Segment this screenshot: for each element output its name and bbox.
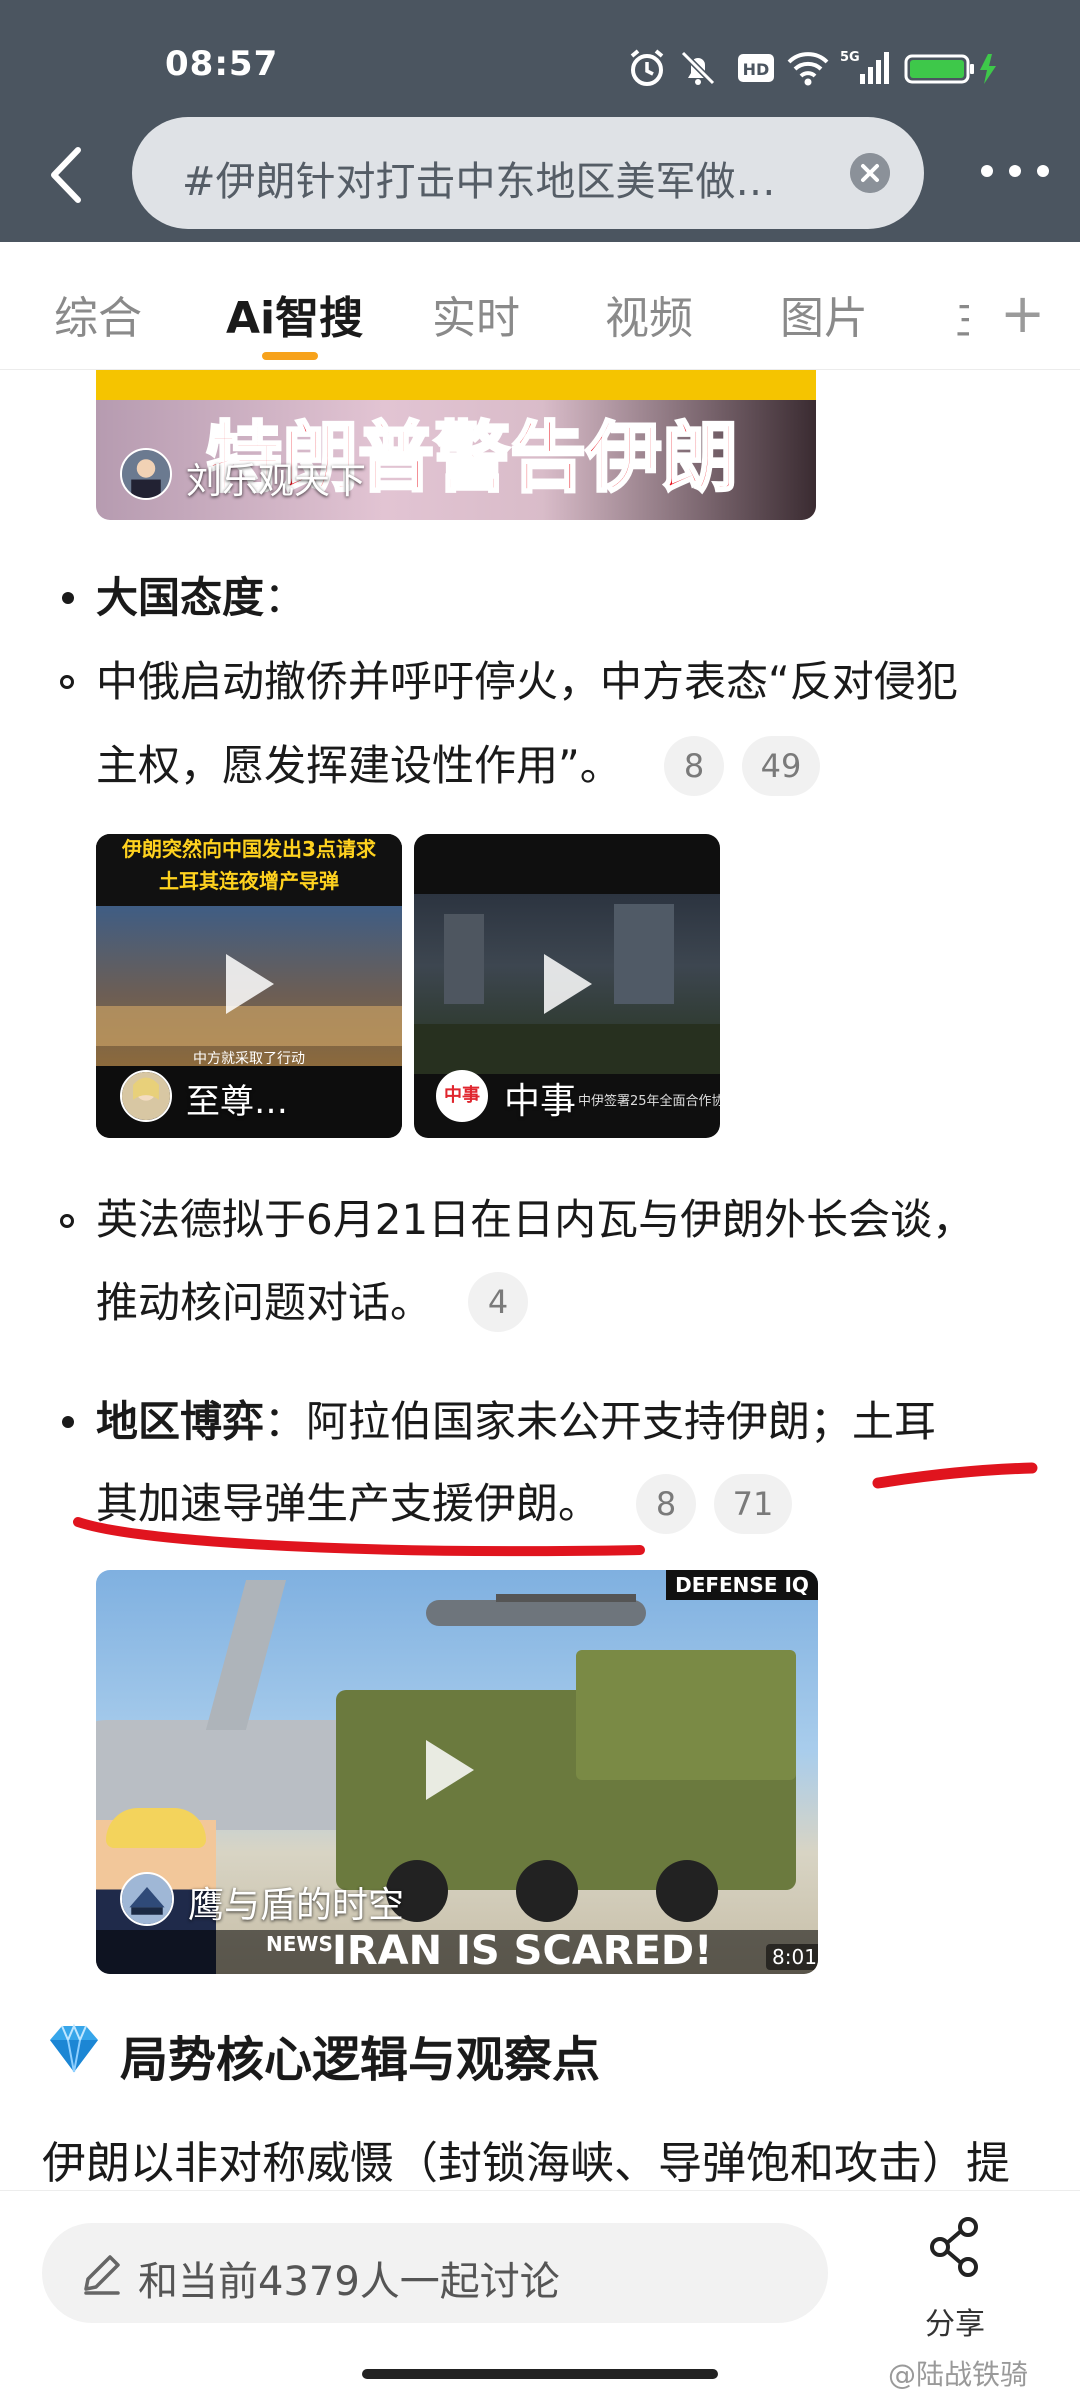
discussion-placeholder: 和当前4379人一起讨论 bbox=[138, 2259, 560, 2305]
svg-text:HD: HD bbox=[743, 60, 770, 79]
tab-bar: 综合 Ai智搜 实时 视频 图片 主 + bbox=[0, 242, 1080, 370]
watermark-text: @陆战铁骑 bbox=[888, 2358, 1029, 2391]
regional-heading: 地区博弈 bbox=[96, 1397, 265, 1446]
video-banner-text: IRAN IS SCARED! bbox=[332, 1928, 713, 1974]
author-avatar bbox=[120, 1070, 172, 1122]
pencil-icon bbox=[84, 2255, 120, 2295]
active-tab-indicator bbox=[262, 352, 318, 360]
mute-icon bbox=[680, 50, 716, 86]
author-avatar: 中事 bbox=[436, 1070, 488, 1122]
share-icon bbox=[930, 2217, 978, 2277]
video-card-1[interactable]: 特朗普警告伊朗 刘乐观天下 bbox=[96, 370, 816, 520]
red-underline-annotation bbox=[73, 1462, 1038, 1557]
tab-video[interactable]: 视频 bbox=[605, 282, 693, 346]
video-author: 刘乐观天下 bbox=[186, 461, 367, 502]
sub-bullet bbox=[60, 675, 74, 689]
europe-line1: 英法德拟于6月21日在日内瓦与伊朗外长会谈， bbox=[96, 1195, 975, 1244]
wifi-icon bbox=[787, 52, 829, 86]
back-button[interactable] bbox=[38, 140, 98, 210]
source-badge[interactable]: 4 bbox=[468, 1272, 528, 1332]
status-time: 08:57 bbox=[165, 44, 279, 84]
video-title-line2: 土耳其连夜增产导弹 bbox=[159, 869, 339, 893]
tab-images[interactable]: 图片 bbox=[780, 282, 868, 346]
china-russia-line1: 中俄启动撤侨并呼吁停火，中方表态“反对侵犯 bbox=[96, 657, 958, 706]
battery-icon bbox=[904, 54, 996, 84]
news-tag: NEWS bbox=[266, 1932, 333, 1956]
more-options-button[interactable] bbox=[975, 160, 1055, 182]
section-title: 局势核心逻辑与观察点 bbox=[120, 2032, 601, 2088]
gem-icon bbox=[50, 2023, 98, 2073]
video-title-line1: 伊朗突然向中国发出3点请求 bbox=[122, 837, 376, 861]
sub-bullet bbox=[60, 1214, 74, 1228]
europe-line2: 推动核问题对话。 bbox=[96, 1278, 433, 1327]
brand-label: DEFENSE IQ bbox=[666, 1570, 818, 1600]
search-input[interactable]: #伊朗针对打击中东地区美军做… bbox=[132, 117, 924, 229]
author-avatar bbox=[120, 448, 172, 500]
china-russia-line2: 主权，愿发挥建设性作用”。 bbox=[96, 741, 622, 790]
video-author: 鹰与盾的时空 bbox=[188, 1885, 405, 1926]
section-paragraph: 伊朗以非对称威慑（封锁海峡、导弹饱和攻击）提 bbox=[42, 2138, 1010, 2189]
powers-heading-line: 大国态度： bbox=[96, 573, 307, 622]
source-badge[interactable]: 8 bbox=[664, 736, 724, 796]
video-card-2[interactable]: 伊朗突然向中国发出3点请求 土耳其连夜增产导弹 中方就采取了行动 至尊… bbox=[96, 834, 402, 1138]
bullet-dot bbox=[62, 1416, 74, 1428]
powers-heading: 大国态度 bbox=[96, 573, 265, 622]
svg-text:5G: 5G bbox=[840, 50, 860, 65]
tab-more-partial[interactable]: 主 bbox=[955, 282, 969, 346]
video-card-3[interactable]: 中事 中事 中伊签署25年全面合作协议 bbox=[414, 834, 720, 1138]
play-icon[interactable] bbox=[426, 1740, 474, 1800]
discussion-input[interactable]: 和当前4379人一起讨论 bbox=[42, 2223, 828, 2323]
video-author: 中事 bbox=[504, 1081, 577, 1122]
tab-ai-search[interactable]: Ai智搜 bbox=[226, 282, 363, 346]
play-icon[interactable] bbox=[226, 954, 274, 1014]
video-author: 至尊… bbox=[186, 1082, 288, 1122]
source-badge[interactable]: 49 bbox=[742, 736, 820, 796]
video-subtitle: 中方就采取了行动 bbox=[193, 1051, 305, 1067]
play-icon[interactable] bbox=[544, 954, 592, 1014]
signal-icon: 5G bbox=[840, 50, 889, 84]
share-button[interactable]: 分享 bbox=[900, 2217, 1010, 2342]
video-subtitle: 中伊签署25年全面合作协议 bbox=[578, 1094, 720, 1109]
tab-comprehensive[interactable]: 综合 bbox=[54, 282, 142, 346]
search-query: #伊朗针对打击中东地区美军做… bbox=[182, 159, 776, 205]
top-header: 08:57 HD 5G #伊朗针对打击中东地区美军做… bbox=[0, 0, 1080, 242]
share-label: 分享 bbox=[925, 2307, 985, 2342]
tab-realtime[interactable]: 实时 bbox=[432, 282, 520, 346]
clear-search-button[interactable] bbox=[850, 153, 890, 193]
bottom-bar: 和当前4379人一起讨论 分享 @陆战铁骑 bbox=[0, 2190, 1080, 2400]
alarm-icon bbox=[630, 49, 664, 86]
video-card-4[interactable]: DEFENSE IQ IRAN IS SCARED! NEWS 鹰与盾的时空 8… bbox=[96, 1570, 818, 1974]
hd-icon: HD bbox=[738, 54, 774, 82]
bullet-dot bbox=[62, 592, 74, 604]
add-tab-icon[interactable]: + bbox=[1000, 282, 1045, 345]
video-duration: 8:01 bbox=[766, 1944, 818, 1970]
home-indicator[interactable] bbox=[362, 2369, 718, 2379]
author-avatar bbox=[120, 1872, 174, 1926]
